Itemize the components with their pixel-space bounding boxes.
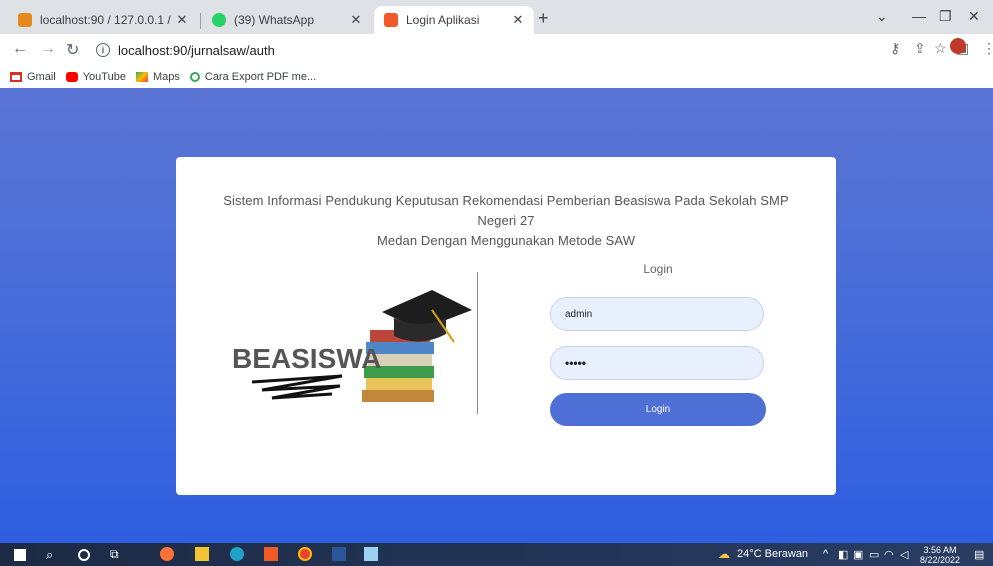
- firefox-icon[interactable]: [160, 547, 174, 561]
- heading-line-2: Medan Dengan Menggunakan Metode SAW: [376, 233, 636, 248]
- bookmark-cara-export[interactable]: Cara Export PDF me...: [189, 71, 317, 83]
- login-button[interactable]: Login: [550, 393, 766, 426]
- bookmark-label: Cara Export PDF me...: [204, 71, 317, 83]
- word-icon[interactable]: [332, 547, 346, 561]
- notepad-icon[interactable]: [364, 547, 378, 561]
- book-shape: [362, 390, 434, 402]
- tab-title: Login Aplikasi: [406, 13, 480, 27]
- bookmark-label: YouTube: [82, 71, 126, 83]
- bookmark-star-icon[interactable]: ☆: [934, 40, 947, 57]
- restore-button[interactable]: ❐: [939, 8, 952, 25]
- close-tab-icon[interactable]: ✕: [510, 12, 526, 28]
- address-bar[interactable]: i localhost:90/jurnalsaw/auth: [96, 37, 876, 63]
- phpmyadmin-icon: [18, 13, 32, 27]
- password-key-icon[interactable]: ⚷: [890, 40, 900, 57]
- notification-icon[interactable]: ▤: [974, 548, 984, 561]
- profile-avatar[interactable]: [950, 38, 966, 54]
- bookmark-youtube[interactable]: YouTube: [65, 71, 126, 83]
- heading-line-1: Sistem Informasi Pendukung Keputusan Rek…: [223, 193, 789, 228]
- close-tab-icon[interactable]: ✕: [174, 12, 190, 28]
- beasiswa-image-text: BEASISWA: [232, 343, 381, 374]
- menu-dots-icon[interactable]: ⋮: [982, 40, 993, 57]
- youtube-icon: [65, 72, 78, 82]
- xampp-icon[interactable]: [264, 547, 278, 561]
- task-view-icon[interactable]: ⧉: [110, 547, 124, 561]
- site-info-icon[interactable]: i: [96, 43, 110, 57]
- whatsapp-icon: [212, 13, 226, 27]
- bookmarks-bar: Gmail YouTube Maps Cara Export PDF me...: [0, 66, 993, 89]
- clock-time: 3:56 AM: [923, 545, 957, 555]
- bookmark-label: Gmail: [27, 71, 56, 83]
- page-background: Sistem Informasi Pendukung Keputusan Rek…: [0, 88, 993, 543]
- username-field[interactable]: admin: [550, 297, 764, 331]
- share-icon[interactable]: ⇪: [914, 40, 926, 57]
- beasiswa-image: BEASISWA: [232, 272, 478, 414]
- maps-icon: [135, 72, 148, 82]
- edge-icon[interactable]: [230, 547, 244, 561]
- scribble-shape: [251, 374, 343, 400]
- bookmark-label: Maps: [152, 71, 180, 83]
- back-arrow-icon[interactable]: ←: [12, 40, 28, 58]
- tab-whatsapp[interactable]: (39) WhatsApp ✕: [202, 6, 372, 34]
- tab-separator: [200, 13, 201, 29]
- tray-app-icon[interactable]: ◧: [838, 548, 848, 561]
- cortana-icon[interactable]: [78, 549, 90, 561]
- new-tab-button[interactable]: +: [538, 9, 549, 27]
- close-window-button[interactable]: ✕: [968, 8, 980, 25]
- bookmark-gmail[interactable]: Gmail: [10, 71, 56, 83]
- url-text: localhost:90/jurnalsaw/auth: [118, 42, 275, 58]
- volume-icon[interactable]: ◁: [900, 548, 908, 561]
- tab-search-icon[interactable]: ⌄: [876, 8, 888, 25]
- tab-login-aplikasi[interactable]: Login Aplikasi ✕: [374, 6, 534, 34]
- weather-icon: ☁: [718, 547, 730, 561]
- password-field[interactable]: •••••: [550, 346, 764, 380]
- forward-arrow-icon[interactable]: →: [40, 40, 56, 58]
- chevron-up-icon[interactable]: ^: [823, 548, 828, 560]
- tab-title: (39) WhatsApp: [234, 13, 315, 27]
- windows-taskbar: ⌕ ⧉ ☁ 24°C Berawan ^ ◧ ▣ ▭ ◠ ◁ 3:56 AM 8…: [0, 543, 993, 566]
- tab-phpmyadmin[interactable]: localhost:90 / 127.0.0.1 / dbsaw / ✕: [8, 6, 198, 34]
- app-favicon-icon: [384, 13, 398, 27]
- graduation-illustration: BEASISWA: [232, 290, 472, 402]
- login-card: Sistem Informasi Pendukung Keputusan Rek…: [176, 157, 836, 495]
- clock[interactable]: 3:56 AM 8/22/2022: [920, 545, 960, 565]
- login-title: Login: [643, 262, 673, 276]
- tab-title: localhost:90 / 127.0.0.1 / dbsaw /: [40, 13, 174, 27]
- minimize-button[interactable]: —: [912, 8, 926, 24]
- reload-icon[interactable]: ↻: [66, 40, 79, 60]
- link-icon: [189, 72, 200, 82]
- battery-icon[interactable]: ▭: [869, 548, 879, 561]
- bookmark-maps[interactable]: Maps: [135, 71, 180, 83]
- weather-text[interactable]: 24°C Berawan: [737, 548, 808, 560]
- windows-start-icon[interactable]: [14, 549, 26, 561]
- page-heading: Sistem Informasi Pendukung Keputusan Rek…: [206, 191, 806, 251]
- tab-strip: localhost:90 / 127.0.0.1 / dbsaw / ✕ (39…: [0, 0, 993, 34]
- close-tab-icon[interactable]: ✕: [348, 12, 364, 28]
- wifi-icon[interactable]: ◠: [884, 548, 894, 561]
- tray-monitor-icon[interactable]: ▣: [853, 548, 863, 561]
- book-shape: [366, 378, 432, 390]
- chrome-icon[interactable]: [298, 547, 312, 561]
- search-icon[interactable]: ⌕: [46, 547, 60, 562]
- gmail-icon: [10, 72, 22, 82]
- file-explorer-icon[interactable]: [195, 547, 209, 561]
- clock-date: 8/22/2022: [920, 555, 961, 565]
